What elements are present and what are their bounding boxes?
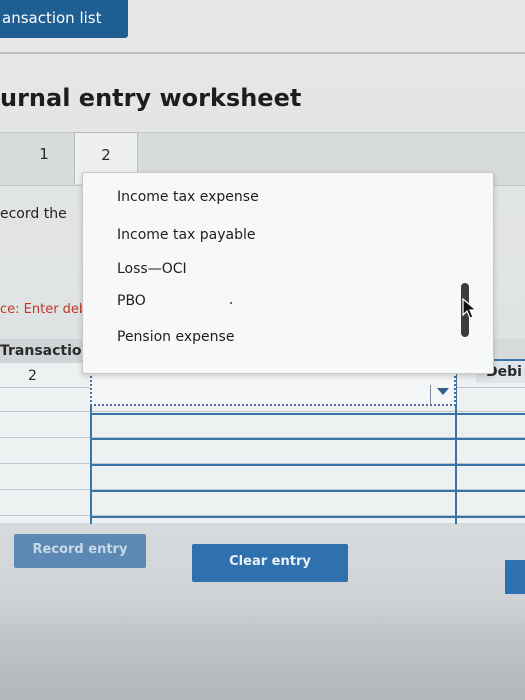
tab-2-label: 2 [101,146,111,164]
dropdown-option-income-tax-expense[interactable]: Income tax expense [117,189,259,205]
transaction-number: 2 [28,368,37,384]
dropdown-option-pbo[interactable]: PBO [117,293,146,309]
dropdown-option-income-tax-payable[interactable]: Income tax payable [117,227,256,243]
chevron-down-icon[interactable] [437,388,449,395]
screen: ansaction list urnal entry worksheet 1 2… [0,0,525,700]
clear-entry-button[interactable]: Clear entry [192,544,348,582]
record-entry-button[interactable]: Record entry [14,534,146,568]
grid-row-line [0,411,525,412]
account-dropdown-list[interactable]: Income tax expense Income tax payable Lo… [82,172,494,374]
mouse-pointer-icon [462,298,478,319]
account-row-line [90,516,525,518]
instruction-text: ecord the [0,206,67,222]
select-divider [430,385,431,405]
account-row-line [90,490,525,492]
header-divider [0,52,525,54]
transaction-column-header: Transaction [0,339,88,363]
account-row-line [90,413,525,415]
tab-1[interactable]: 1 [14,132,74,184]
clear-entry-label: Clear entry [229,554,311,569]
dropdown-speck [230,302,232,304]
view-general-journal-button[interactable] [505,560,525,594]
account-row-line [90,464,525,466]
dropdown-option-pension-expense[interactable]: Pension expense [117,329,234,345]
account-row-line [90,438,525,440]
transaction-list-button[interactable]: ansaction list [0,0,128,38]
page-title: urnal entry worksheet [0,84,302,112]
transaction-list-label: ansaction list [2,9,102,27]
dropdown-option-loss-oci[interactable]: Loss—OCI [117,261,187,277]
lower-shadow [0,600,525,700]
note-text: ce: Enter debi [0,302,91,317]
tab-1-label: 1 [39,145,49,163]
record-entry-label: Record entry [32,542,128,557]
